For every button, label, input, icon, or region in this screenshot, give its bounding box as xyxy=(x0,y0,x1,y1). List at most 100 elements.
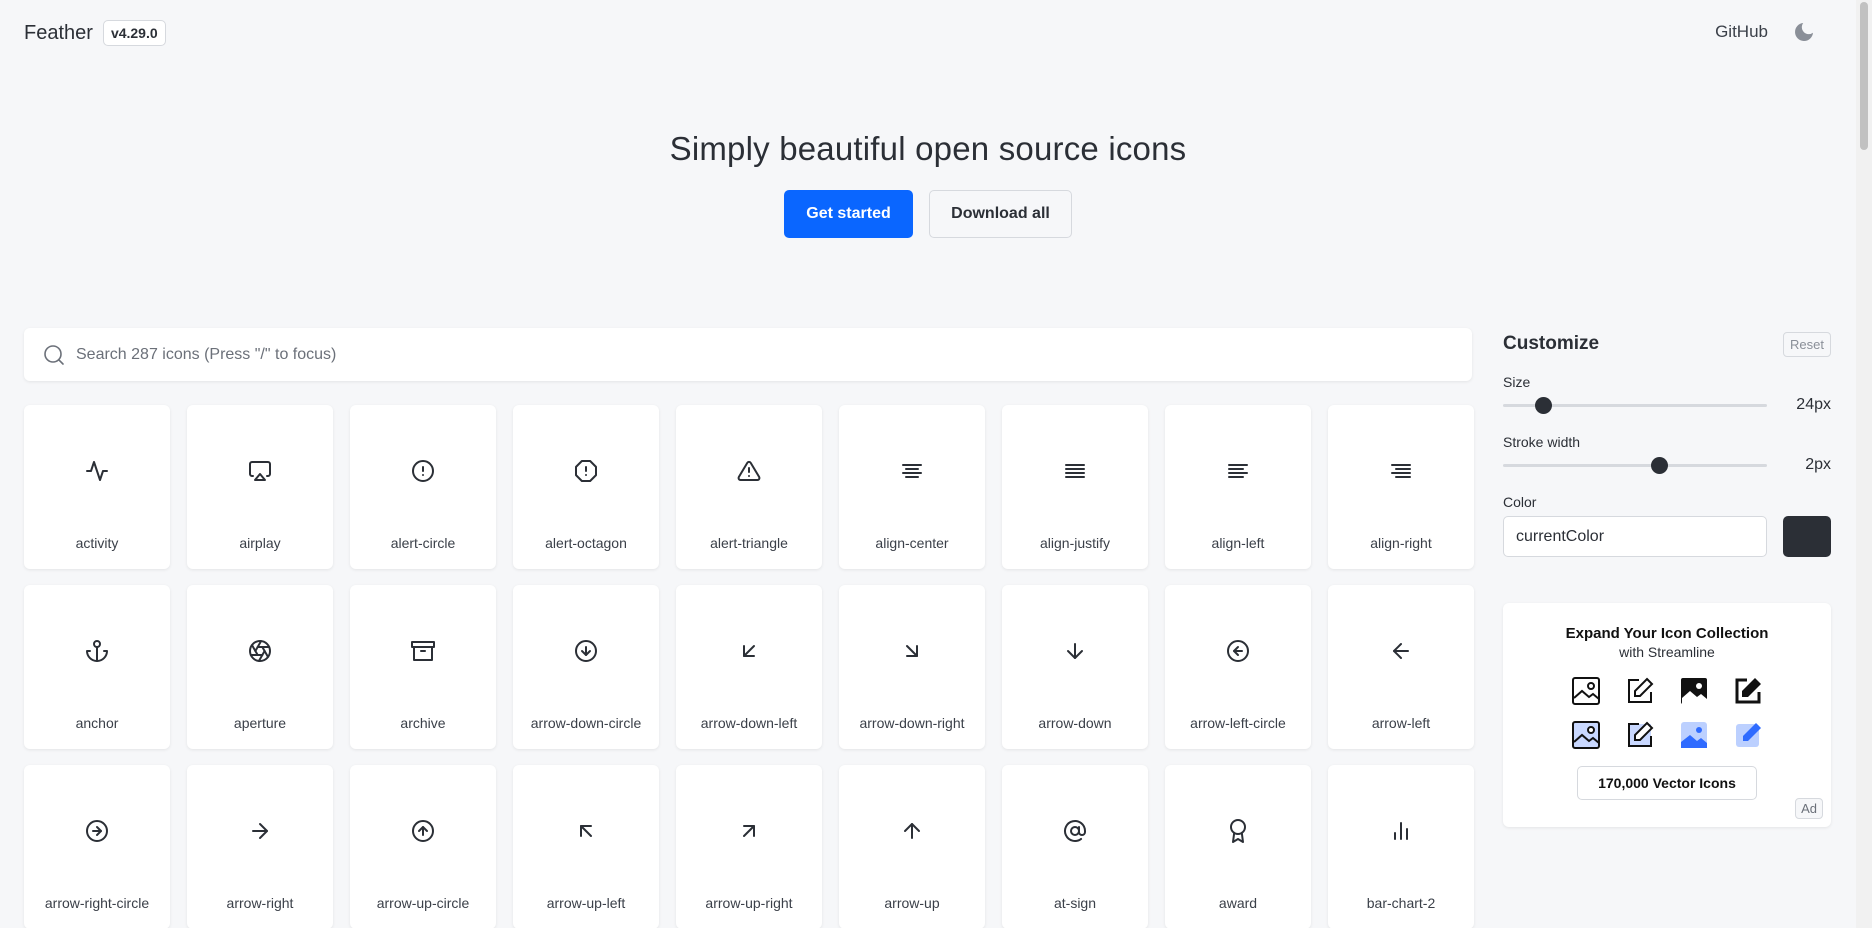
activity-icon xyxy=(86,461,108,481)
stroke-slider-row: 2px xyxy=(1503,450,1831,480)
icon-card-activity[interactable]: activity xyxy=(24,405,170,569)
icon-card-arrow-right-circle[interactable]: arrow-right-circle xyxy=(24,765,170,928)
icon-card-align-right[interactable]: align-right xyxy=(1328,405,1474,569)
color-label: Color xyxy=(1503,494,1537,510)
nav-right: GitHub xyxy=(1715,20,1816,44)
stroke-width-slider-thumb[interactable] xyxy=(1650,456,1668,474)
color-input[interactable] xyxy=(1503,516,1767,557)
hero-buttons: Get started Download all xyxy=(0,190,1856,238)
alert-circle-icon xyxy=(412,460,434,482)
icon-card-award[interactable]: award xyxy=(1165,765,1311,928)
icon-card-arrow-down[interactable]: arrow-down xyxy=(1002,585,1148,749)
icon-card-arrow-up[interactable]: arrow-up xyxy=(839,765,985,928)
icon-card-label: archive xyxy=(400,715,446,731)
customize-title: Customize xyxy=(1503,333,1600,354)
icon-card-label: anchor xyxy=(75,715,119,731)
icon-card-arrow-right[interactable]: arrow-right xyxy=(187,765,333,928)
icon-card-arrow-left-circle[interactable]: arrow-left-circle xyxy=(1165,585,1311,749)
scrollbar-thumb[interactable] xyxy=(1860,2,1868,150)
icon-card-alert-triangle[interactable]: alert-triangle xyxy=(676,405,822,569)
version-badge[interactable]: v4.29.0 xyxy=(102,20,166,46)
icon-card-alert-octagon[interactable]: alert-octagon xyxy=(513,405,659,569)
icon-card-aperture[interactable]: aperture xyxy=(187,585,333,749)
icon-card-arrow-up-circle[interactable]: arrow-up-circle xyxy=(350,765,496,928)
icon-card-arrow-up-right[interactable]: arrow-up-right xyxy=(676,765,822,928)
icon-card-arrow-down-right[interactable]: arrow-down-right xyxy=(839,585,985,749)
edit-duotone-icon xyxy=(1628,721,1654,747)
get-started-button[interactable]: Get started xyxy=(784,190,913,238)
arrow-down-right-icon xyxy=(906,645,918,657)
stroke-width-slider[interactable] xyxy=(1503,456,1767,474)
icon-card-arrow-down-left[interactable]: arrow-down-left xyxy=(676,585,822,749)
align-right-icon xyxy=(1391,464,1411,478)
icon-card-airplay[interactable]: airplay xyxy=(187,405,333,569)
icon-card-label: arrow-up-circle xyxy=(376,895,470,911)
icon-card-arrow-up-left[interactable]: arrow-up-left xyxy=(513,765,659,928)
customize-panel: Customize Reset Size 24px Stroke width 2… xyxy=(1503,328,1831,557)
icon-card-arrow-left[interactable]: arrow-left xyxy=(1328,585,1474,749)
icon-card-label: arrow-up xyxy=(884,895,940,911)
arrow-down-circle-icon xyxy=(575,640,597,662)
customize-header: Customize Reset xyxy=(1503,328,1831,360)
icon-card-label: airplay xyxy=(239,535,281,551)
icon-card-label: arrow-left-circle xyxy=(1190,715,1286,731)
image-duotone-icon xyxy=(1572,721,1600,749)
arrow-right-icon xyxy=(252,823,268,839)
icon-card-align-center[interactable]: align-center xyxy=(839,405,985,569)
stroke-width-value: 2px xyxy=(1805,456,1831,473)
arrow-up-left-icon xyxy=(580,825,592,837)
icon-card-at-sign[interactable]: at-sign xyxy=(1002,765,1148,928)
image-icon xyxy=(1572,677,1600,705)
bar-chart-2-icon xyxy=(1394,822,1408,840)
icon-card-archive[interactable]: archive xyxy=(350,585,496,749)
ad-icon-grid xyxy=(1503,676,1831,750)
icon-card-label: arrow-down-right xyxy=(859,715,965,731)
icon-card-anchor[interactable]: anchor xyxy=(24,585,170,749)
color-row xyxy=(1503,516,1831,557)
icon-card-alert-circle[interactable]: alert-circle xyxy=(350,405,496,569)
ad-cta-button[interactable]: 170,000 Vector Icons xyxy=(1577,766,1757,800)
top-bar: Feather v4.29.0 GitHub xyxy=(0,0,1856,66)
icon-card-label: arrow-up-right xyxy=(705,895,793,911)
color-swatch[interactable] xyxy=(1783,516,1831,557)
size-slider[interactable] xyxy=(1503,396,1767,414)
icon-card-label: award xyxy=(1218,895,1258,911)
icon-card-label: align-left xyxy=(1211,535,1265,551)
icon-card-align-justify[interactable]: align-justify xyxy=(1002,405,1148,569)
edit-color-icon xyxy=(1736,723,1761,747)
page-scrollbar[interactable] xyxy=(1856,0,1872,928)
reset-button[interactable]: Reset xyxy=(1783,331,1831,357)
image-color-icon xyxy=(1681,722,1707,748)
edit-filled-icon xyxy=(1735,678,1761,704)
moon-icon[interactable] xyxy=(1792,20,1816,44)
icon-card-label: arrow-left xyxy=(1371,715,1431,731)
arrow-left-icon xyxy=(1393,643,1409,659)
icon-card-align-left[interactable]: align-left xyxy=(1165,405,1311,569)
icon-card-label: arrow-down-circle xyxy=(530,715,642,731)
at-sign-icon xyxy=(1064,820,1086,842)
brand: Feather v4.29.0 xyxy=(24,20,166,46)
ad-badge[interactable]: Ad xyxy=(1795,798,1823,819)
size-value: 24px xyxy=(1796,396,1831,413)
icon-card-label: arrow-down xyxy=(1038,715,1112,731)
icon-card-label: aperture xyxy=(233,715,287,731)
github-link[interactable]: GitHub xyxy=(1715,22,1768,42)
image-filled-icon xyxy=(1681,678,1707,704)
ad-card[interactable]: Expand Your Icon Collection with Streaml… xyxy=(1503,603,1831,827)
anchor-icon xyxy=(86,640,108,662)
icon-card-label: at-sign xyxy=(1053,895,1097,911)
icon-card-bar-chart-2[interactable]: bar-chart-2 xyxy=(1328,765,1474,928)
icon-card-label: bar-chart-2 xyxy=(1366,895,1436,911)
brand-name[interactable]: Feather xyxy=(24,22,93,45)
icon-card-label: arrow-up-left xyxy=(546,895,626,911)
arrow-up-icon xyxy=(904,823,920,839)
icon-card-label: align-center xyxy=(875,535,949,551)
search-input[interactable] xyxy=(24,328,1472,381)
arrow-up-circle-icon xyxy=(412,820,434,842)
ad-title: Expand Your Icon Collection xyxy=(1565,625,1769,642)
download-all-button[interactable]: Download all xyxy=(929,190,1072,238)
icon-card-label: arrow-right-circle xyxy=(44,895,150,911)
edit-icon xyxy=(1628,677,1654,703)
icon-card-arrow-down-circle[interactable]: arrow-down-circle xyxy=(513,585,659,749)
size-slider-thumb[interactable] xyxy=(1534,396,1552,414)
